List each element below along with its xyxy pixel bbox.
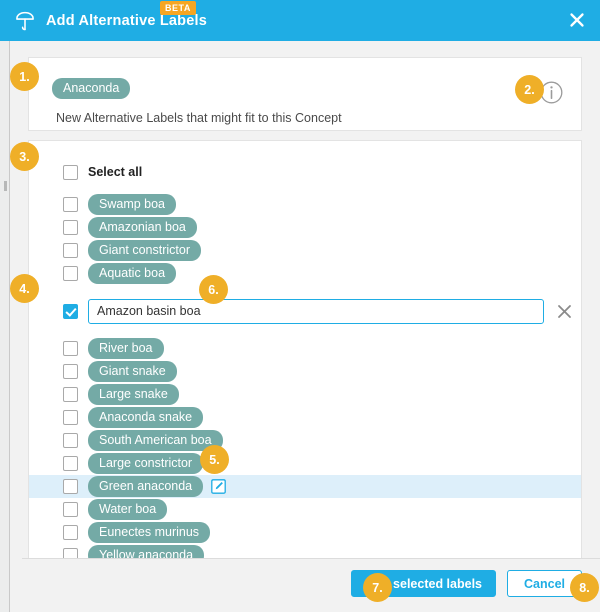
dialog-screen: Add Alternative Labels BETA Anaconda New…: [0, 0, 600, 612]
list-item[interactable]: Giant snake: [29, 360, 581, 383]
list-item[interactable]: Large snake: [29, 383, 581, 406]
list-spacer-1: [29, 186, 581, 193]
callout-4: 4.: [10, 274, 39, 303]
list-item[interactable]: South American boa: [29, 429, 581, 452]
page-gutter: [0, 41, 10, 612]
select-all-row[interactable]: Select all: [29, 158, 581, 186]
dialog-footer: Add selected labels Cancel: [22, 558, 600, 612]
list-item[interactable]: Giant constrictor: [29, 239, 581, 262]
label-checkbox[interactable]: [63, 266, 78, 281]
labels-list-panel: Select all Swamp boa Amazonian boa Giant…: [28, 140, 582, 580]
list-top-spacer: [29, 141, 581, 158]
callout-2: 2.: [515, 75, 544, 104]
page-gutter-marker: [4, 181, 7, 191]
label-pill[interactable]: Large constrictor: [88, 453, 204, 474]
label-checkbox[interactable]: [63, 341, 78, 356]
label-edit-checkbox[interactable]: [63, 303, 78, 319]
label-pill[interactable]: Water boa: [88, 499, 168, 520]
select-all-checkbox[interactable]: [63, 164, 78, 180]
beta-badge: BETA: [160, 1, 196, 15]
label-pill[interactable]: Large snake: [88, 384, 179, 405]
concept-description: New Alternative Labels that might fit to…: [56, 111, 342, 125]
label-checkbox[interactable]: [63, 525, 78, 540]
close-icon[interactable]: [568, 11, 586, 29]
poolparty-mushroom-logo-icon: [14, 10, 36, 32]
concept-pill[interactable]: Anaconda: [52, 78, 131, 99]
label-checkbox[interactable]: [63, 243, 78, 258]
edit-label-icon[interactable]: [211, 479, 226, 494]
list-item[interactable]: Eunectes murinus: [29, 521, 581, 544]
label-checkbox[interactable]: [63, 220, 78, 235]
label-checkbox[interactable]: [63, 364, 78, 379]
list-item[interactable]: Swamp boa: [29, 193, 581, 216]
list-item-hovered[interactable]: Green anaconda: [29, 475, 581, 498]
label-checkbox[interactable]: [63, 410, 78, 425]
label-pill[interactable]: South American boa: [88, 430, 223, 451]
list-item[interactable]: River boa: [29, 337, 581, 360]
callout-8: 8.: [570, 573, 599, 602]
callout-7: 7.: [363, 573, 392, 602]
label-checkbox[interactable]: [63, 479, 78, 494]
callout-6: 6.: [199, 275, 228, 304]
label-checkbox[interactable]: [63, 456, 78, 471]
label-pill[interactable]: River boa: [88, 338, 164, 359]
remove-label-icon[interactable]: [556, 303, 573, 320]
dialog-body: Anaconda New Alternative Labels that mig…: [11, 41, 600, 612]
concept-panel: Anaconda New Alternative Labels that mig…: [28, 57, 582, 131]
label-edit-input[interactable]: [88, 298, 544, 324]
label-pill[interactable]: Aquatic boa: [88, 263, 177, 284]
label-pill[interactable]: Swamp boa: [88, 194, 177, 215]
list-item[interactable]: Anaconda snake: [29, 406, 581, 429]
label-pill[interactable]: Giant constrictor: [88, 240, 202, 261]
label-pill[interactable]: Eunectes murinus: [88, 522, 211, 543]
concept-pill-row: Anaconda: [52, 78, 131, 99]
list-item[interactable]: Large constrictor: [29, 452, 581, 475]
label-pill[interactable]: Giant snake: [88, 361, 177, 382]
callout-5: 5.: [200, 445, 229, 474]
callout-3: 3.: [10, 142, 39, 171]
label-pill[interactable]: Anaconda snake: [88, 407, 204, 428]
label-checkbox[interactable]: [63, 502, 78, 517]
list-item[interactable]: Aquatic boa: [29, 262, 581, 285]
label-checkbox[interactable]: [63, 387, 78, 402]
label-pill[interactable]: Green anaconda: [88, 476, 204, 497]
label-checkbox[interactable]: [63, 433, 78, 448]
dialog-header: Add Alternative Labels BETA: [0, 0, 600, 41]
label-edit-row[interactable]: [29, 294, 581, 328]
label-checkbox[interactable]: [63, 197, 78, 212]
select-all-label: Select all: [88, 165, 143, 179]
callout-1: 1.: [10, 62, 39, 91]
list-item[interactable]: Water boa: [29, 498, 581, 521]
label-pill[interactable]: Amazonian boa: [88, 217, 197, 238]
list-item[interactable]: Amazonian boa: [29, 216, 581, 239]
